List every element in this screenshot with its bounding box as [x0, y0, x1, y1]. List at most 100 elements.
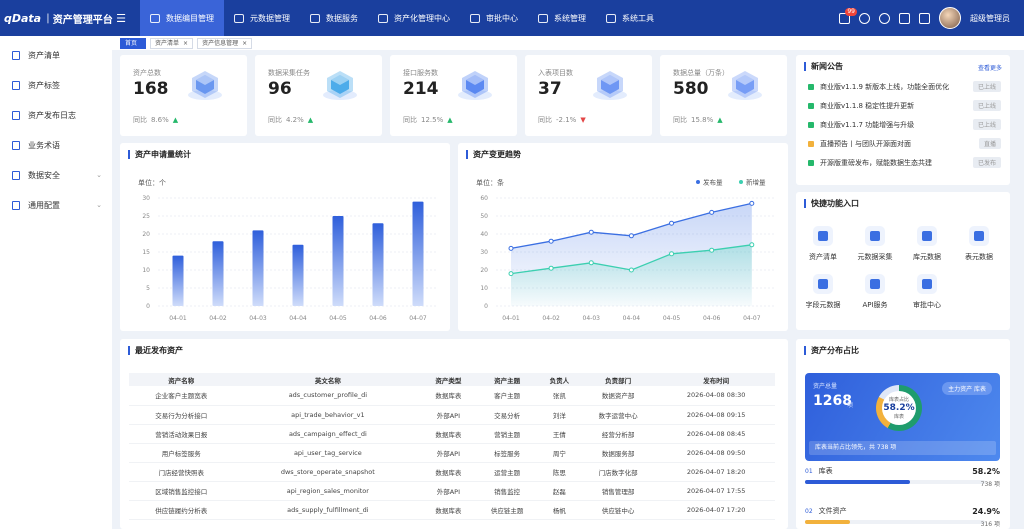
nav-tab-icon: [470, 13, 480, 23]
quick-entry-3[interactable]: 表元数据: [954, 226, 1004, 262]
legend-label: 新增量: [746, 178, 766, 187]
table-cell: 2026-04-08 09:15: [657, 405, 775, 425]
bar-chart: 单位：个 0 5 10 15 20 25 30 04-01 04-02 04-03 04-04 04-0…: [138, 178, 438, 322]
github-icon[interactable]: [859, 12, 870, 24]
y-tick-label: 60: [480, 195, 488, 202]
fullscreen-icon[interactable]: [899, 12, 910, 24]
table-cell: 数据库表: [422, 462, 475, 482]
nav-tab-2[interactable]: 数据服务: [300, 0, 368, 36]
search-icon[interactable]: [879, 12, 890, 24]
table-cell: api_region_sales_monitor: [233, 481, 423, 501]
x-tick-label: 04-02: [209, 315, 227, 322]
nav-tab-4[interactable]: 审批中心: [460, 0, 528, 36]
distribution-row-head: 02 文件资产 24.9%: [805, 505, 1000, 517]
table-cell: 数据库表: [422, 424, 475, 444]
stat-card-4: 数据总量（万条） 580 同比 15.8% ▲: [660, 55, 787, 136]
nav-tab-icon: [538, 13, 548, 23]
sidebar-item-3[interactable]: 业务术语: [0, 130, 112, 160]
chevron-down-icon[interactable]: ⌄: [96, 171, 102, 179]
x-tick-label: 04-05: [329, 315, 347, 322]
distribution-banner: 资产总量 1268 项 主力资产 库表 库表占比 58.2% 库表 库表当前占比…: [805, 373, 1000, 461]
news-item[interactable]: 直播预告丨与团队开源面对面 直播: [808, 138, 1001, 149]
table-cell: 2026-04-07 18:20: [657, 462, 775, 482]
distribution-bar-fill: [805, 520, 850, 524]
sidebar-item-icon: [12, 200, 20, 210]
bar-chart-unit: 单位：个: [138, 178, 166, 187]
news-item[interactable]: 商业版v1.1.7 功能增强与升级 已上线: [808, 119, 1001, 130]
quick-entry-2[interactable]: 库元数据: [902, 226, 952, 262]
distribution-row-count: 316 项: [980, 521, 1000, 528]
announcement-icon: [808, 121, 814, 128]
notification-badge: 99: [845, 7, 857, 16]
column-header: 英文名称: [233, 373, 423, 386]
sidebar-item-icon: [12, 170, 20, 180]
table-cell: 企业客户主题宽表: [129, 386, 234, 406]
trend-arrow-icon: ▲: [717, 116, 723, 124]
table-row[interactable]: 供应链履约分析表 ads_supply_fulfillment_di 数据库表 供应链…: [129, 500, 775, 520]
news-item[interactable]: 商业版v1.1.9 新版本上线，功能全面优化 已上线: [808, 81, 1001, 92]
menu-toggle-icon[interactable]: ☰: [112, 12, 130, 25]
quick-entry-5[interactable]: API服务: [850, 274, 900, 310]
sidebar-item-0[interactable]: 资产清单: [0, 40, 112, 70]
avatar[interactable]: [939, 7, 961, 29]
app-logo[interactable]: qData | 资产管理平台: [0, 11, 113, 26]
news-item[interactable]: 商业版v1.1.8 稳定性提升更新 已上线: [808, 100, 1001, 111]
main-asset-button[interactable]: 主力资产 库表: [942, 382, 992, 395]
sidebar-item-5[interactable]: 通用配置 ⌄: [0, 190, 112, 220]
quick-entry-icon: [917, 226, 937, 246]
table-cell: 刘洋: [539, 405, 579, 425]
nav-tab-3[interactable]: 资产化管理中心: [368, 0, 460, 36]
table-row[interactable]: 交易行为分析接口 api_trade_behavior_v1 外部API 交易分析 刘洋…: [129, 405, 775, 425]
table-row[interactable]: 区域销售监控接口 api_region_sales_monitor 外部API 销售监…: [129, 481, 775, 501]
sidebar-item-4[interactable]: 数据安全 ⌄: [0, 160, 112, 190]
table-row[interactable]: 门店经营快照表 dws_store_operate_snapshot 数据库表 运营主…: [129, 462, 775, 482]
quick-entry-0[interactable]: 资产清单: [798, 226, 848, 262]
quick-entry-icon: [813, 274, 833, 294]
trend-arrow-icon: ▲: [172, 116, 179, 124]
news-item[interactable]: 开源版重磅发布，赋能数据生态共建 已发布: [808, 157, 1001, 168]
page-tab-label: 首页: [125, 39, 138, 47]
distribution-ring: 库表占比 58.2% 库表: [876, 385, 922, 431]
table-row[interactable]: 企业客户主题宽表 ads_customer_profile_di 数据库表 客户主题张…: [129, 386, 775, 406]
nav-tab-1[interactable]: 元数据管理: [224, 0, 300, 36]
table-cell: 数据库表: [422, 500, 475, 520]
table-cell: 数据服务部: [578, 443, 658, 463]
quick-entry-6[interactable]: 审批中心: [902, 274, 952, 310]
table-cell: 周宁: [539, 443, 579, 463]
font-size-icon[interactable]: [919, 12, 930, 24]
table-cell: 数字运营中心: [578, 405, 658, 425]
nav-tab-0[interactable]: 数据编目管理: [140, 0, 224, 36]
legend-marker: [696, 180, 700, 184]
y-tick-label: 15: [142, 249, 150, 256]
trend-arrow-icon: ▲: [447, 116, 453, 124]
nav-tab-6[interactable]: 系统工具: [596, 0, 664, 36]
close-icon[interactable]: ×: [242, 40, 247, 47]
x-tick-label: 04-03: [583, 315, 601, 322]
table-cell: 外部API: [422, 443, 475, 463]
news-more-link[interactable]: 查看更多: [978, 63, 1002, 72]
sidebar-item-1[interactable]: 资产标签: [0, 70, 112, 100]
sidebar-item-label: 资产清单: [28, 50, 60, 60]
page-tab-0[interactable]: 首页: [120, 37, 147, 49]
notification-icon[interactable]: 99: [839, 7, 857, 24]
table-cell: ads_campaign_effect_di: [233, 424, 423, 444]
announcement-icon: [808, 102, 814, 109]
page-tab-1[interactable]: 资产清单 ×: [150, 37, 194, 49]
quick-entry-label: 字段元数据: [805, 301, 841, 309]
quick-entry-1[interactable]: 元数据采集: [850, 226, 900, 262]
sidebar-item-2[interactable]: 资产发布日志: [0, 100, 112, 130]
nav-tab-icon: [150, 13, 160, 23]
username[interactable]: 超级管理员: [970, 13, 1010, 24]
recent-assets-card: 最近发布资产 资产名称 英文名称 资产类型 资产主题 负责人 负责部门 发布时间 企业客户主…: [120, 339, 788, 529]
stat-trend: 同比 12.5% ▲: [403, 115, 453, 125]
quick-entry-4[interactable]: 字段元数据: [798, 274, 848, 310]
close-icon[interactable]: ×: [183, 40, 188, 47]
table-row[interactable]: 用户标签服务 api_user_tag_service 外部API 标签服务 周宁 数据服…: [129, 443, 775, 463]
table-cell: 张凯: [539, 386, 579, 406]
table-row[interactable]: 营销活动效果日报 ads_campaign_effect_di 数据库表 营销主题 王倩…: [129, 424, 775, 444]
stat-label: 接口服务数: [403, 69, 438, 77]
stat-percent: 15.8%: [691, 116, 714, 124]
nav-tab-5[interactable]: 系统管理: [528, 0, 596, 36]
page-tab-2[interactable]: 资产信息管理 ×: [197, 37, 253, 49]
chevron-down-icon[interactable]: ⌄: [96, 201, 102, 209]
